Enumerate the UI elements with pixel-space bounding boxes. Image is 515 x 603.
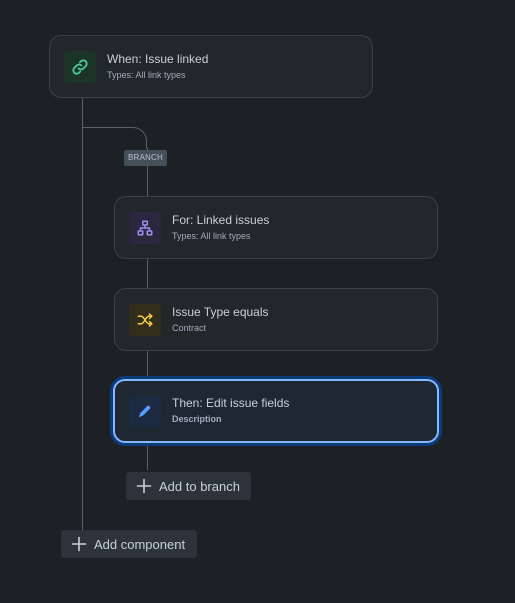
branch-item-title: For: Linked issues [172,212,270,227]
pencil-icon [139,405,151,417]
add-component-button[interactable]: Add component [61,530,197,558]
branch-badge: BRANCH [124,150,167,166]
action-icon-box [129,395,161,427]
branch-item-subtitle: Types: All link types [172,230,251,241]
main-connector-line [82,97,83,530]
add-component-label: Add component [94,536,186,552]
trigger-title: When: Issue linked [107,51,209,66]
condition-issue-type-card[interactable]: Issue Type equals Contract [114,288,438,351]
action-edit-issue-fields-card[interactable]: Then: Edit issue fields Description [113,379,439,443]
link-icon [72,58,88,75]
branch-for-linked-issues-card[interactable]: For: Linked issues Types: All link types [114,196,438,259]
shuffle-icon [137,312,153,327]
plus-icon [71,536,87,552]
hierarchy-icon [137,220,153,235]
branch-icon-box [129,211,161,244]
action-subtitle: Description [172,414,222,424]
condition-title: Issue Type equals [172,304,269,319]
condition-subtitle: Contract [172,322,207,333]
trigger-subtitle: Types: All link types [107,69,186,80]
condition-icon-box [129,303,161,336]
add-to-branch-button[interactable]: Add to branch [126,472,251,500]
trigger-card[interactable]: When: Issue linked Types: All link types [49,35,373,98]
plus-icon [136,478,152,494]
add-to-branch-label: Add to branch [159,478,240,494]
branch-connector-curve [83,127,147,149]
action-title: Then: Edit issue fields [172,396,290,410]
rule-builder-canvas: When: Issue linked Types: All link types… [0,0,515,603]
trigger-icon-box [64,50,96,83]
